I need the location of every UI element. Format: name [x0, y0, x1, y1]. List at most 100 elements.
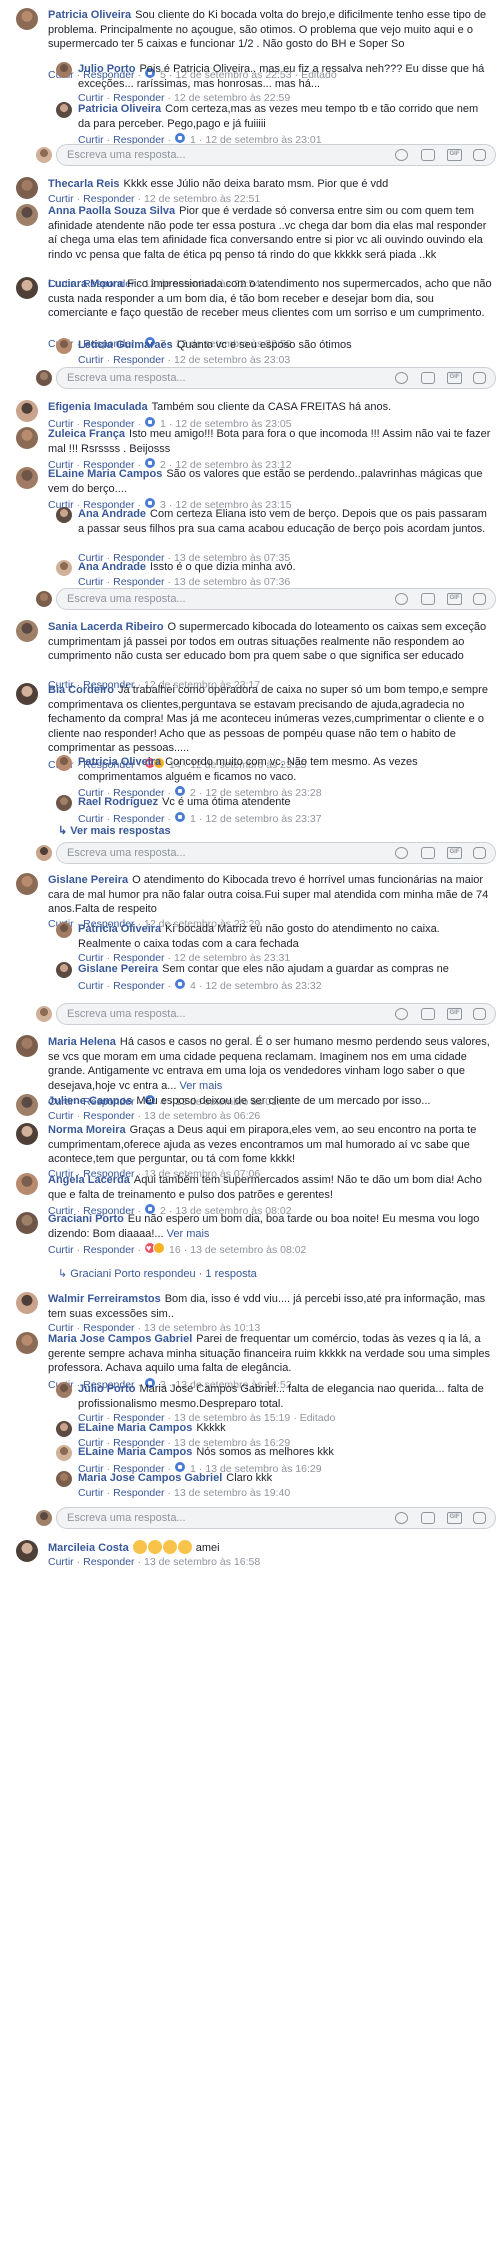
- avatar[interactable]: [36, 370, 52, 386]
- see-more-replies-link[interactable]: ↳ Ver mais respostas: [58, 824, 171, 837]
- avatar[interactable]: [56, 1445, 72, 1461]
- comment-author[interactable]: Julio Porto: [78, 1383, 135, 1395]
- avatar[interactable]: [56, 507, 72, 523]
- avatar[interactable]: [56, 962, 72, 978]
- avatar[interactable]: [16, 204, 38, 226]
- timestamp[interactable]: 12 de setembro às 23:37: [205, 813, 321, 825]
- avatar[interactable]: [56, 102, 72, 118]
- respond-action[interactable]: Responder: [83, 1556, 134, 1568]
- comment-author[interactable]: Efigenia Imaculada: [48, 401, 148, 413]
- avatar[interactable]: [16, 1332, 38, 1354]
- reply-input[interactable]: Escreva uma resposta... GIF: [56, 588, 496, 610]
- comment-author[interactable]: ELaine Maria Campos: [48, 468, 162, 480]
- avatar[interactable]: [16, 277, 38, 299]
- reactions[interactable]: [144, 1242, 167, 1255]
- camera-icon[interactable]: [421, 847, 435, 859]
- respond-action[interactable]: Responder: [113, 1487, 164, 1499]
- comment-author[interactable]: Julio Porto: [78, 63, 135, 75]
- avatar[interactable]: [56, 922, 72, 938]
- camera-icon[interactable]: [421, 372, 435, 384]
- comment-author[interactable]: Angela Lacerda: [48, 1174, 130, 1186]
- avatar[interactable]: [16, 177, 38, 199]
- comment-author[interactable]: Graciani Porto: [48, 1213, 124, 1225]
- graciani-reply-summary[interactable]: ↳ Graciani Porto respondeu · 1 resposta: [58, 1267, 257, 1280]
- respond-action[interactable]: Responder: [113, 813, 164, 825]
- comment-author[interactable]: ELaine Maria Campos: [78, 1446, 192, 1458]
- reply-input[interactable]: Escreva uma resposta... GIF: [56, 1003, 496, 1025]
- comment-author[interactable]: Gislane Pereira: [48, 874, 128, 886]
- timestamp[interactable]: 12 de setembro às 23:32: [205, 980, 321, 992]
- comment-author[interactable]: Rael Rodriguez: [78, 796, 158, 808]
- comment-author[interactable]: Patricia Oliveira: [78, 923, 161, 935]
- comment-author[interactable]: Patricia Oliveira: [48, 9, 131, 21]
- reactions[interactable]: [174, 977, 188, 991]
- avatar[interactable]: [36, 1006, 52, 1022]
- comment-author[interactable]: Ana Andrade: [78, 508, 146, 520]
- avatar[interactable]: [56, 755, 72, 771]
- comment-author[interactable]: Leticia Guimaraes: [78, 339, 173, 351]
- avatar[interactable]: [16, 467, 38, 489]
- gif-icon[interactable]: GIF: [447, 1512, 462, 1524]
- comment-author[interactable]: Juliene Campos: [48, 1095, 132, 1107]
- timestamp[interactable]: 13 de setembro às 08:02: [190, 1244, 306, 1256]
- comment-author[interactable]: Sania Lacerda Ribeiro: [48, 621, 164, 633]
- avatar[interactable]: [16, 1212, 38, 1234]
- like-action[interactable]: Curtir: [78, 1487, 104, 1499]
- camera-icon[interactable]: [421, 1512, 435, 1524]
- comment-author[interactable]: Bia Cordeiro: [48, 684, 114, 696]
- avatar[interactable]: [36, 1510, 52, 1526]
- like-action[interactable]: Curtir: [78, 576, 104, 588]
- gif-icon[interactable]: GIF: [447, 149, 462, 161]
- gif-icon[interactable]: GIF: [447, 372, 462, 384]
- sticker-icon[interactable]: [473, 1512, 486, 1524]
- avatar[interactable]: [16, 1292, 38, 1314]
- timestamp[interactable]: 13 de setembro às 19:40: [174, 1487, 290, 1499]
- comment-author[interactable]: Anna Paolla Souza Silva: [48, 205, 175, 217]
- avatar[interactable]: [56, 795, 72, 811]
- comment-author[interactable]: Walmir Ferreiramstos: [48, 1293, 161, 1305]
- comment-author[interactable]: Ana Andrade: [78, 561, 146, 573]
- comment-author[interactable]: Maria Jose Campos Gabriel: [48, 1333, 192, 1345]
- reactions[interactable]: [174, 810, 188, 824]
- respond-action[interactable]: Responder: [83, 193, 134, 205]
- emoji-icon[interactable]: [395, 372, 408, 384]
- respond-action[interactable]: Responder: [83, 1110, 134, 1122]
- comment-author[interactable]: Gislane Pereira: [78, 963, 158, 975]
- avatar[interactable]: [16, 1123, 38, 1145]
- comment-author[interactable]: Luciara Moura: [48, 278, 123, 290]
- avatar[interactable]: [56, 1471, 72, 1487]
- emoji-icon[interactable]: [395, 1512, 408, 1524]
- like-action[interactable]: Curtir: [48, 1556, 74, 1568]
- like-action[interactable]: Curtir: [48, 1244, 74, 1256]
- respond-action[interactable]: Responder: [113, 576, 164, 588]
- comment-author[interactable]: Patricia Oliveira: [78, 103, 161, 115]
- like-action[interactable]: Curtir: [48, 193, 74, 205]
- timestamp[interactable]: 13 de setembro às 07:36: [174, 576, 290, 588]
- avatar[interactable]: [56, 1382, 72, 1398]
- avatar[interactable]: [16, 1540, 38, 1562]
- gif-icon[interactable]: GIF: [447, 847, 462, 859]
- avatar[interactable]: [16, 683, 38, 705]
- reply-input[interactable]: Escreva uma resposta... GIF: [56, 367, 496, 389]
- camera-icon[interactable]: [421, 593, 435, 605]
- emoji-icon[interactable]: [395, 149, 408, 161]
- like-action[interactable]: Curtir: [78, 354, 104, 366]
- comment-author[interactable]: ELaine Maria Campos: [78, 1422, 192, 1434]
- timestamp[interactable]: 13 de setembro às 16:58: [144, 1556, 260, 1568]
- comment-author[interactable]: Patricia Oliveira: [78, 756, 161, 768]
- avatar[interactable]: [56, 560, 72, 576]
- avatar[interactable]: [56, 62, 72, 78]
- avatar[interactable]: [36, 147, 52, 163]
- sticker-icon[interactable]: [473, 847, 486, 859]
- camera-icon[interactable]: [421, 1008, 435, 1020]
- reply-input[interactable]: Escreva uma resposta... GIF: [56, 144, 496, 166]
- emoji-icon[interactable]: [395, 1008, 408, 1020]
- like-action[interactable]: Curtir: [78, 813, 104, 825]
- timestamp[interactable]: 13 de setembro às 06:26: [144, 1110, 260, 1122]
- avatar[interactable]: [16, 1035, 38, 1057]
- sticker-icon[interactable]: [473, 149, 486, 161]
- like-action[interactable]: Curtir: [78, 980, 104, 992]
- sticker-icon[interactable]: [473, 372, 486, 384]
- respond-action[interactable]: Responder: [83, 1244, 134, 1256]
- respond-action[interactable]: Responder: [113, 980, 164, 992]
